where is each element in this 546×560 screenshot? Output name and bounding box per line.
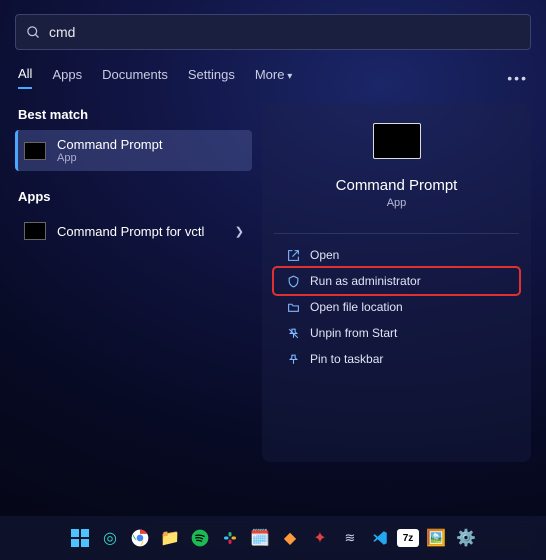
start-button[interactable] xyxy=(67,525,93,551)
search-box[interactable] xyxy=(15,14,531,50)
start-search-panel: All Apps Documents Settings More ••• Bes… xyxy=(0,0,546,510)
action-pin-to-taskbar[interactable]: Pin to taskbar xyxy=(274,346,519,372)
results-column: Best match Command Prompt App Apps Comma… xyxy=(15,103,252,462)
taskbar-slack-icon[interactable] xyxy=(217,525,243,551)
tab-more[interactable]: More xyxy=(255,67,292,88)
taskbar-photos-icon[interactable]: 🖼️ xyxy=(423,525,449,551)
unpin-icon xyxy=(282,327,304,340)
taskbar-app-icon[interactable]: ◆ xyxy=(277,525,303,551)
tab-settings[interactable]: Settings xyxy=(188,67,235,88)
taskbar: ◎ 📁 🗓️ ◆ ✦ ≋ 7z 🖼️ ⚙️ xyxy=(0,516,546,560)
action-label: Pin to taskbar xyxy=(310,352,383,366)
shield-icon xyxy=(282,275,304,288)
preview-pane: Command Prompt App Open Run as administr… xyxy=(262,103,531,462)
chevron-right-icon: ❯ xyxy=(235,225,244,238)
tab-all[interactable]: All xyxy=(18,66,32,89)
taskbar-vscode-icon[interactable] xyxy=(367,525,393,551)
cmd-icon xyxy=(23,219,47,243)
taskbar-app-icon[interactable]: ≋ xyxy=(337,525,363,551)
search-input[interactable] xyxy=(49,24,520,40)
action-label: Run as administrator xyxy=(310,274,421,288)
taskbar-7zip-icon[interactable]: 7z xyxy=(397,529,419,547)
folder-icon xyxy=(282,301,304,314)
more-options-icon[interactable]: ••• xyxy=(507,70,528,86)
taskbar-spotify-icon[interactable] xyxy=(187,525,213,551)
open-icon xyxy=(282,249,304,262)
preview-subtitle: App xyxy=(387,197,407,209)
filter-tabs: All Apps Documents Settings More ••• xyxy=(15,66,531,89)
result-title: Command Prompt for vctl xyxy=(57,224,235,239)
taskbar-explorer-icon[interactable]: 📁 xyxy=(157,525,183,551)
best-match-header: Best match xyxy=(18,107,252,122)
search-icon xyxy=(26,25,41,40)
pin-icon xyxy=(282,353,304,366)
taskbar-chrome-icon[interactable] xyxy=(127,525,153,551)
preview-app-icon xyxy=(373,123,421,159)
taskbar-settings-icon[interactable]: ⚙️ xyxy=(453,525,479,551)
action-label: Open file location xyxy=(310,300,403,314)
apps-header: Apps xyxy=(18,189,252,204)
result-cmd-vctl[interactable]: Command Prompt for vctl ❯ xyxy=(15,212,252,250)
result-subtitle: App xyxy=(57,152,244,164)
taskbar-app-icon[interactable]: ✦ xyxy=(307,525,333,551)
action-unpin-from-start[interactable]: Unpin from Start xyxy=(274,320,519,346)
action-open-file-location[interactable]: Open file location xyxy=(274,294,519,320)
tab-apps[interactable]: Apps xyxy=(52,67,82,88)
tab-documents[interactable]: Documents xyxy=(102,67,168,88)
preview-title: Command Prompt xyxy=(336,177,458,194)
action-label: Open xyxy=(310,248,339,262)
taskbar-calendar-icon[interactable]: 🗓️ xyxy=(247,525,273,551)
action-open[interactable]: Open xyxy=(274,242,519,268)
cmd-icon xyxy=(23,139,47,163)
result-command-prompt[interactable]: Command Prompt App xyxy=(15,130,252,171)
action-label: Unpin from Start xyxy=(310,326,397,340)
result-title: Command Prompt xyxy=(57,137,244,152)
taskbar-app-icon[interactable]: ◎ xyxy=(97,525,123,551)
action-run-as-admin[interactable]: Run as administrator xyxy=(274,268,519,294)
